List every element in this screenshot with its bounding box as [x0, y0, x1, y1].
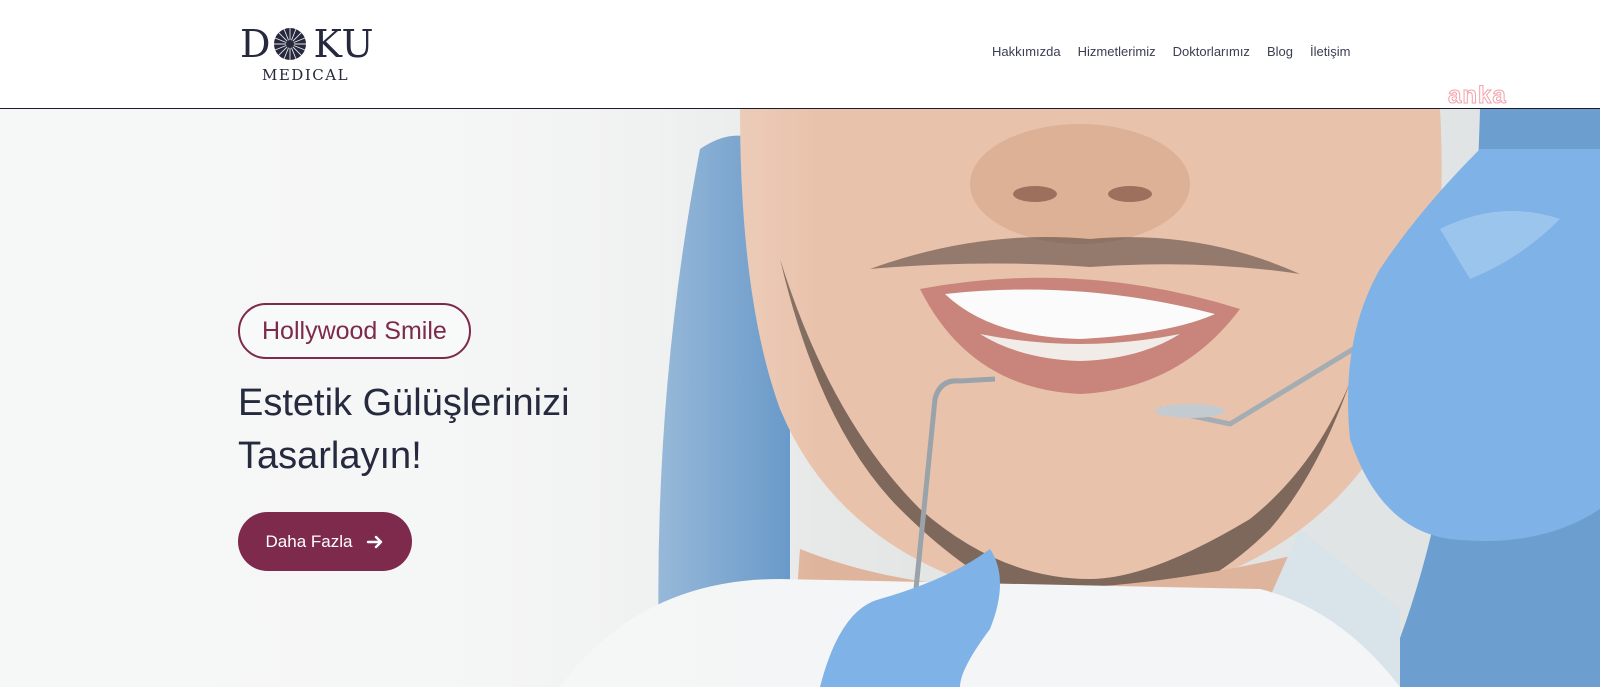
nav-item-hizmetlerimiz[interactable]: Hizmetlerimiz: [1078, 44, 1156, 59]
nav-item-doktorlarimiz[interactable]: Doktorlarımız: [1173, 44, 1250, 59]
arrow-right-icon: [367, 535, 383, 548]
nav-item-blog[interactable]: Blog: [1267, 44, 1293, 59]
anka-watermark: anka: [1448, 82, 1507, 110]
logo-wordmark: D KU: [240, 24, 375, 64]
logo-letter-d: D: [240, 22, 272, 66]
logo-letters-ku: KU: [313, 22, 375, 66]
hero-headline: Estetik Gülüşlerinizi Tasarlayın!: [238, 377, 658, 483]
main-nav: Hakkımızda Hizmetlerimiz Doktorlarımız B…: [992, 44, 1350, 59]
sunburst-o-icon: [274, 28, 307, 60]
daha-fazla-button[interactable]: Daha Fazla: [238, 512, 412, 571]
hollywood-smile-badge[interactable]: Hollywood Smile: [238, 303, 471, 359]
hero-headline-line-1: Estetik Gülüşlerinizi: [238, 382, 570, 424]
nav-item-iletisim[interactable]: İletişim: [1310, 44, 1350, 59]
logo-subtitle: MEDICAL: [262, 66, 350, 84]
nav-item-hakkimizda[interactable]: Hakkımızda: [992, 44, 1061, 59]
doku-medical-logo[interactable]: D KU MEDICAL: [240, 24, 374, 86]
hero-section: Hollywood Smile Estetik Gülüşlerinizi Ta…: [0, 109, 1600, 687]
site-header: D KU MEDICAL Hakkımızda Hizmetlerimiz Do…: [0, 0, 1600, 109]
hero-headline-line-2: Tasarlayın!: [238, 435, 422, 477]
cta-label: Daha Fazla: [265, 531, 353, 551]
